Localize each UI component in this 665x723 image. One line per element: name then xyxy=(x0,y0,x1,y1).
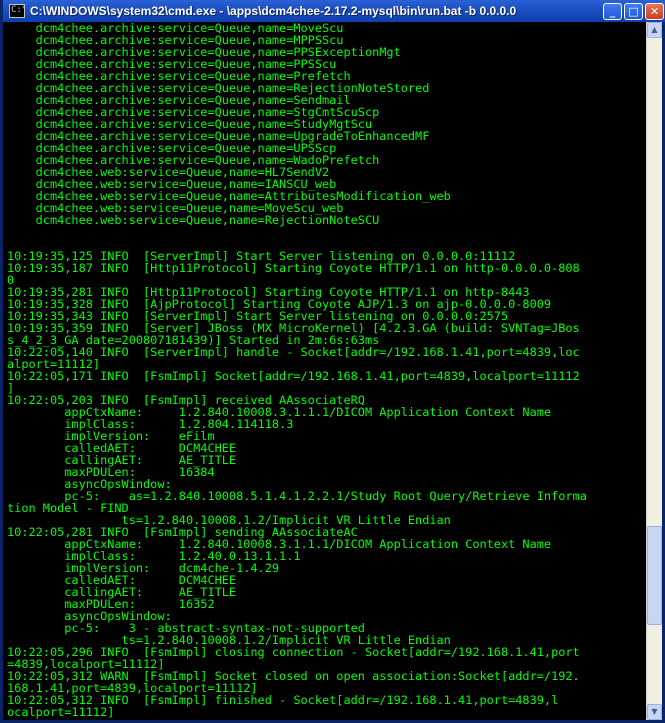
minimize-button[interactable]: _ xyxy=(603,2,622,20)
scrollbar-thumb[interactable] xyxy=(647,525,662,625)
console-text: dcm4chee.archive:service=Queue,name=Move… xyxy=(7,22,587,719)
close-button[interactable]: ✕ xyxy=(645,2,664,20)
window-title: C:\WINDOWS\system32\cmd.exe - \apps\dcm4… xyxy=(30,4,517,18)
scroll-up-arrow-icon[interactable]: ▲ xyxy=(647,22,662,38)
title-bar[interactable]: C:\ C:\WINDOWS\system32\cmd.exe - \apps\… xyxy=(3,0,665,22)
vertical-scrollbar[interactable]: ▲ ▼ xyxy=(646,22,662,720)
cmd-icon[interactable]: C:\ xyxy=(9,4,25,18)
scroll-down-arrow-icon[interactable]: ▼ xyxy=(647,704,662,720)
console-output[interactable]: dcm4chee.archive:service=Queue,name=Move… xyxy=(6,22,646,720)
maximize-button[interactable]: □ xyxy=(624,2,643,20)
cmd-window: C:\ C:\WINDOWS\system32\cmd.exe - \apps\… xyxy=(0,0,665,723)
